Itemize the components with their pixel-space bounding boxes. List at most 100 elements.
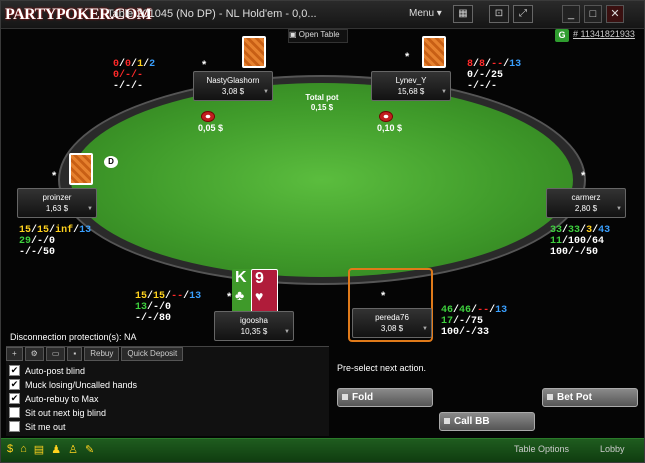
stats-line2: 0/-/- [113,70,144,81]
player-icon[interactable]: ♟ [51,443,61,456]
menu-label: Menu [409,8,435,19]
option-label: Sit me out [25,421,66,432]
star-icon: * [381,290,386,302]
stats-line2: 0/-/25 [467,70,504,81]
gear-icon[interactable]: ⚙ [24,347,44,361]
star-icon: * [227,291,232,303]
partypoker-logo: PARTYPOKER.COM [5,6,152,23]
cashier-icon[interactable]: $ [7,443,13,456]
preselect-label: Pre-select next action. [337,363,427,373]
restore-button[interactable]: □ [584,5,602,23]
checkbox-icon [444,418,450,425]
player-stack: 3,08 $ [380,324,404,333]
player-stats: 15/15/inf/13 29/-/0 -/-/50 [19,225,92,258]
fold-button[interactable]: Fold [337,388,433,407]
chevron-down-icon: ▼ [422,326,428,332]
checkbox-checked[interactable]: ✔ [9,365,20,376]
chevron-down-icon: ▼ [263,89,269,95]
card-suit: ♥ [255,288,264,304]
chevron-down-icon: ▼ [441,89,447,95]
stats-line3: -/-/80 [135,313,172,324]
player-stack: 2,80 $ [574,204,598,213]
option-auto-post-blind[interactable]: ✔ Auto-post blind [9,365,85,376]
star-icon: * [405,51,410,63]
player-stats: 46/46/--/13 17/-/75 100/-/33 [441,305,508,338]
player-stack: 1,63 $ [45,204,69,213]
rebuy-tab[interactable]: Rebuy [84,347,120,361]
seat-pereda76[interactable]: pereda76 3,08 $ ▼ [352,308,432,338]
open-table-button[interactable]: ▣ Open Table [288,29,348,43]
checkbox-icon [342,394,348,401]
stats-line3: -/-/- [467,81,498,92]
chevron-down-icon: ▼ [616,206,622,212]
star-icon: * [52,170,57,182]
open-table-label: Open Table [298,30,340,39]
stats-icon[interactable]: ▤ [34,443,44,456]
card-back [69,153,93,185]
checkbox-checked[interactable]: ✔ [9,379,20,390]
player-name: proinzer [42,193,72,202]
option-sit-me-out[interactable]: Sit me out [9,421,66,432]
notes-icon[interactable]: ▪ [67,347,83,361]
player-stats: 0/0/1/2 0/-/- -/-/- [113,59,156,92]
checkbox-icon [547,394,553,401]
history-icon[interactable]: ⌂ [20,443,27,456]
replay-icon[interactable]: G [555,29,569,42]
call-bb-button[interactable]: Call BB [439,412,535,431]
dealer-button: D [104,156,118,168]
seat-proinzer[interactable]: proinzer 1,63 $ ▼ [17,188,97,218]
quick-deposit-tab[interactable]: Quick Deposit [121,347,184,361]
card-rank: 9 [255,270,264,287]
monitor-icon[interactable]: ▭ [45,347,66,361]
window-title: Table 201045 (No DP) - NL Hold'em - 0,0.… [107,8,317,20]
bet-pot-button[interactable]: Bet Pot [542,388,638,407]
seat-nastyglashorn[interactable]: NastyGlashorn 3,08 $ ▼ [193,71,273,101]
chevron-down-icon: ▼ [87,206,93,212]
minimize-button[interactable]: _ [562,5,580,23]
disconnection-protection: Disconnection protection(s): NA [10,332,137,342]
add-icon[interactable]: + [6,347,23,361]
status-bar: $ ⌂ ▤ ♟ ♙ ✎ Table Options Lobby [1,438,644,462]
hand-id-link[interactable]: # 11341821933 [573,29,635,39]
bet-label: Bet Pot [557,392,592,403]
panel-tabs: + ⚙ ▭ ▪ Rebuy Quick Deposit [6,347,184,361]
stats-line3: 100/-/33 [441,327,490,338]
player-name: pereda76 [375,313,409,322]
option-sit-out-next-bb[interactable]: Sit out next big blind [9,407,106,418]
lobby-link[interactable]: Lobby [600,444,625,454]
table-options-link[interactable]: Table Options [514,444,569,454]
player-name: igoosha [239,316,269,325]
status-icons: $ ⌂ ▤ ♟ ♙ ✎ [7,443,94,456]
pot-value: 0,15 $ [310,103,334,112]
notes-icon[interactable]: ✎ [85,443,94,456]
checkbox-checked[interactable]: ✔ [9,393,20,404]
option-auto-rebuy[interactable]: ✔ Auto-rebuy to Max [9,393,99,404]
option-label: Muck losing/Uncalled hands [25,379,138,390]
pot-label: Total pot [305,93,339,102]
checkbox-unchecked[interactable] [9,421,20,432]
player-stats: 15/15/--/13 13/-/0 -/-/80 [135,291,202,324]
layout-icon[interactable]: ▦ [453,5,473,23]
player-name: carmerz [571,193,601,202]
chip-icon [201,111,215,122]
player-stats: 8/8/--/13 0/-/25 -/-/- [467,59,522,92]
seat-carmerz[interactable]: carmerz 2,80 $ ▼ [546,188,626,218]
player-name: Lynev_Y [395,76,427,85]
title-bar: PARTYPOKER.COM Table 201045 (No DP) - NL… [1,1,644,29]
option-muck-losing[interactable]: ✔ Muck losing/Uncalled hands [9,379,137,390]
seat-lynev-y[interactable]: Lynev_Y 15,68 $ ▼ [371,71,451,101]
stats-line3: -/-/- [113,81,144,92]
close-button[interactable]: ✕ [606,5,624,23]
friends-icon[interactable]: ♙ [68,443,78,456]
menu-button[interactable]: Menu ▾ [409,8,442,19]
checkbox-unchecked[interactable] [9,407,20,418]
poker-table-window: PARTYPOKER.COM Table 201045 (No DP) - NL… [0,0,645,463]
player-name: NastyGlashorn [206,76,260,85]
stats-line3: 100/-/50 [550,247,599,258]
screen-icon[interactable]: ⊡ [489,5,509,23]
seat-igoosha[interactable]: igoosha 10,35 $ ▼ [214,311,294,341]
option-label: Auto-rebuy to Max [25,393,99,404]
stats-line3: -/-/50 [19,247,56,258]
player-bet: 0,05 $ [198,123,224,133]
resize-icon[interactable]: ⤢ [513,5,533,23]
